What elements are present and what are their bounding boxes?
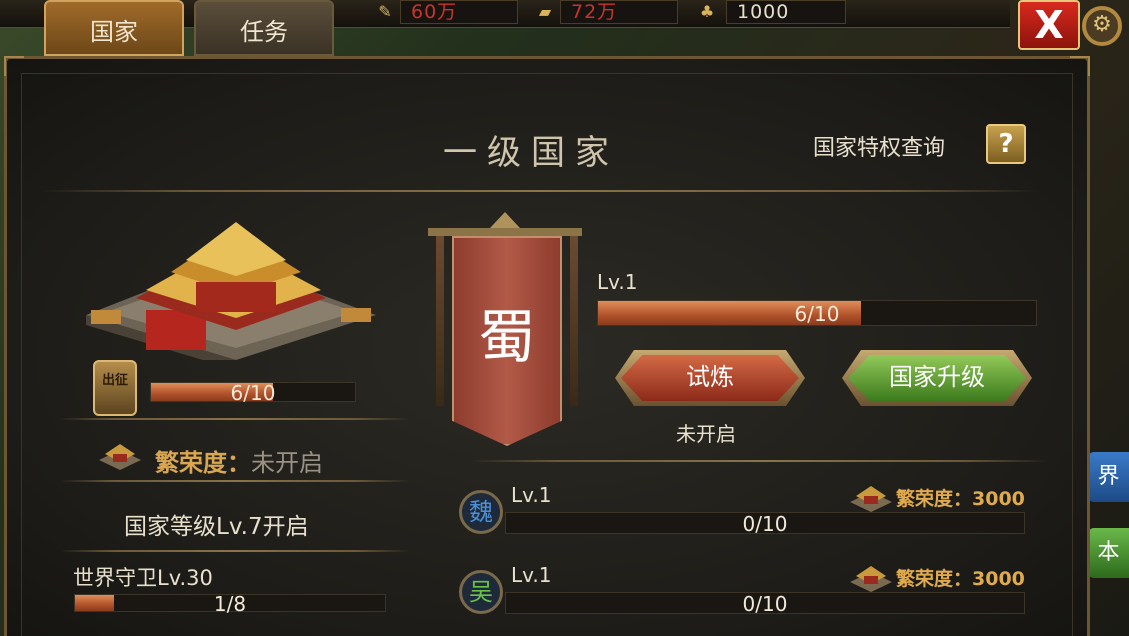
banner-tassel [570,236,578,406]
world-guard-progress-text: 1/8 [213,592,247,616]
main-level-progress-text: 6/10 [794,302,840,326]
page-title: 一级国家 [443,133,619,173]
chuzheng-badge[interactable]: 出征 [93,360,137,416]
main-level-label: Lv.1 [597,270,638,294]
wu-progress-bar: 0/10 [505,592,1025,616]
gear-icon[interactable]: ⚙ [1082,6,1122,46]
wu-progress-text: 0/10 [742,592,788,616]
wei-kingdom-icon: 魏 [459,490,503,534]
tab-mission[interactable]: 任务 [194,0,334,56]
privilege-query-link[interactable]: 国家特权查询 [813,130,945,162]
food-sack-icon: ♣ [699,2,715,21]
palace-image [86,222,376,360]
divider [60,550,410,552]
divider [470,460,1050,462]
palace-progress-bar: 6/10 [150,381,356,405]
tab-country[interactable]: 国家 [44,0,184,56]
prosperity-label: 繁荣度：未开启 [155,443,323,478]
wei-icon-char: 魏 [469,498,493,526]
trial-button[interactable]: 试炼 [621,355,799,401]
prosperity-house-icon [850,566,892,592]
wu-prosperity: 繁荣度：3000 [896,568,1025,590]
wu-level-label: Lv.1 [511,563,552,587]
resource-value-food: 1000 [726,0,846,24]
wei-level-label: Lv.1 [511,483,552,507]
main-level-progress-bar: 6/10 [597,300,1037,326]
side-button-world[interactable]: 界 [1088,452,1129,502]
panel-corner [1070,56,1090,76]
help-button[interactable]: ? [986,124,1026,164]
upgrade-country-button[interactable]: 国家升级 [848,355,1026,401]
wei-progress-text: 0/10 [742,512,788,536]
trial-status: 未开启 [676,422,736,446]
palace-progress-text: 6/10 [230,381,276,405]
world-guard-progress-bar: 1/8 [74,592,386,616]
unlock-requirement: 国家等级Lv.7开启 [124,514,309,540]
prosperity-house-icon [850,486,892,512]
banner-tassel [436,236,444,406]
scroll-icon: ✎ [378,2,392,21]
divider [60,418,410,420]
resource-value-gold: 72万 [560,0,678,24]
prosperity-label-text: 繁荣度： [155,449,251,477]
wu-kingdom-icon: 吴 [459,570,503,614]
game-screen: { "tabs": { "country": "国家", "mission": … [0,0,1129,636]
resource-value-scroll: 60万 [400,0,518,24]
wei-progress-bar: 0/10 [505,512,1025,536]
banner-character: 蜀 [477,303,536,371]
banner-rod [428,212,582,236]
side-button-original[interactable]: 本 [1088,528,1129,578]
gold-ingot-icon: ▰ [538,2,552,21]
prosperity-status: 未开启 [251,449,323,477]
divider [40,190,1040,192]
divider [60,480,410,482]
panel-corner [4,56,24,76]
world-guard-label: 世界守卫Lv.30 [73,566,213,590]
close-button[interactable]: X [1018,0,1080,50]
wu-icon-char: 吴 [469,578,493,606]
wei-prosperity: 繁荣度：3000 [896,488,1025,510]
prosperity-house-icon [99,444,141,470]
